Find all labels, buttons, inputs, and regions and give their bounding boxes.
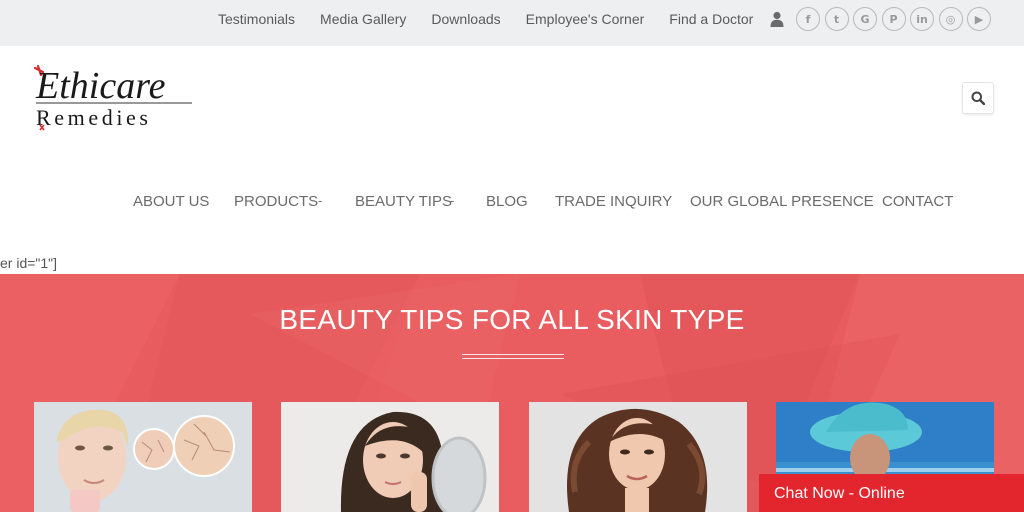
facebook-icon[interactable]: f <box>796 7 820 31</box>
top-link-downloads[interactable]: Downloads <box>431 11 500 27</box>
curly-hair-woman-image <box>529 402 747 512</box>
beauty-tip-card-1[interactable] <box>34 402 252 512</box>
nav-trade-inquiry[interactable]: TRADE INQUIRY <box>555 193 672 210</box>
twitter-icon[interactable]: t <box>824 7 849 31</box>
skin-care-image <box>34 402 252 512</box>
nav-blog[interactable]: BLOG <box>486 193 528 210</box>
top-link-employees-corner[interactable]: Employee's Corner <box>526 11 645 27</box>
svg-text:Remedies: Remedies <box>36 105 152 130</box>
products-dropdown-caret[interactable]: - <box>318 193 322 208</box>
instagram-icon[interactable]: ◎ <box>938 7 963 31</box>
beauty-tips-dropdown-caret[interactable]: - <box>450 193 454 208</box>
top-bar: Testimonials Media Gallery Downloads Emp… <box>0 0 1024 46</box>
svg-text:Ethicare: Ethicare <box>35 65 166 107</box>
nav-our-global-presence[interactable]: OUR GLOBAL PRESENCE <box>690 193 874 210</box>
nav-products[interactable]: PRODUCTS <box>234 193 318 210</box>
social-icons: f t G P in ◎ ▶ <box>796 7 996 31</box>
nav-contact[interactable]: CONTACT <box>882 193 953 210</box>
section-title: BEAUTY TIPS FOR ALL SKIN TYPE <box>279 304 745 335</box>
search-button[interactable] <box>962 82 994 114</box>
title-divider <box>462 354 564 359</box>
chat-now-widget[interactable]: Chat Now - Online <box>759 474 1024 512</box>
top-links: Testimonials Media Gallery Downloads Emp… <box>218 11 778 27</box>
ethicare-logo[interactable]: Ethicare Remedies <box>32 62 202 134</box>
nav-about-us[interactable]: ABOUT US <box>133 193 209 210</box>
beauty-tip-card-3[interactable] <box>529 402 747 512</box>
beauty-tip-card-2[interactable] <box>281 402 499 512</box>
linkedin-icon[interactable]: in <box>910 7 934 31</box>
top-link-find-a-doctor[interactable]: Find a Doctor <box>669 11 753 27</box>
search-icon <box>971 91 985 105</box>
user-icon[interactable] <box>770 11 784 27</box>
mirror-woman-image <box>281 402 499 512</box>
youtube-icon[interactable]: ▶ <box>967 7 991 31</box>
raw-shortcode-text: er id="1"] <box>0 255 58 271</box>
pinterest-icon[interactable]: P <box>881 7 906 31</box>
top-link-media-gallery[interactable]: Media Gallery <box>320 11 406 27</box>
nav-beauty-tips[interactable]: BEAUTY TIPS <box>355 193 452 210</box>
top-link-testimonials[interactable]: Testimonials <box>218 11 295 27</box>
google-icon[interactable]: G <box>853 7 877 31</box>
